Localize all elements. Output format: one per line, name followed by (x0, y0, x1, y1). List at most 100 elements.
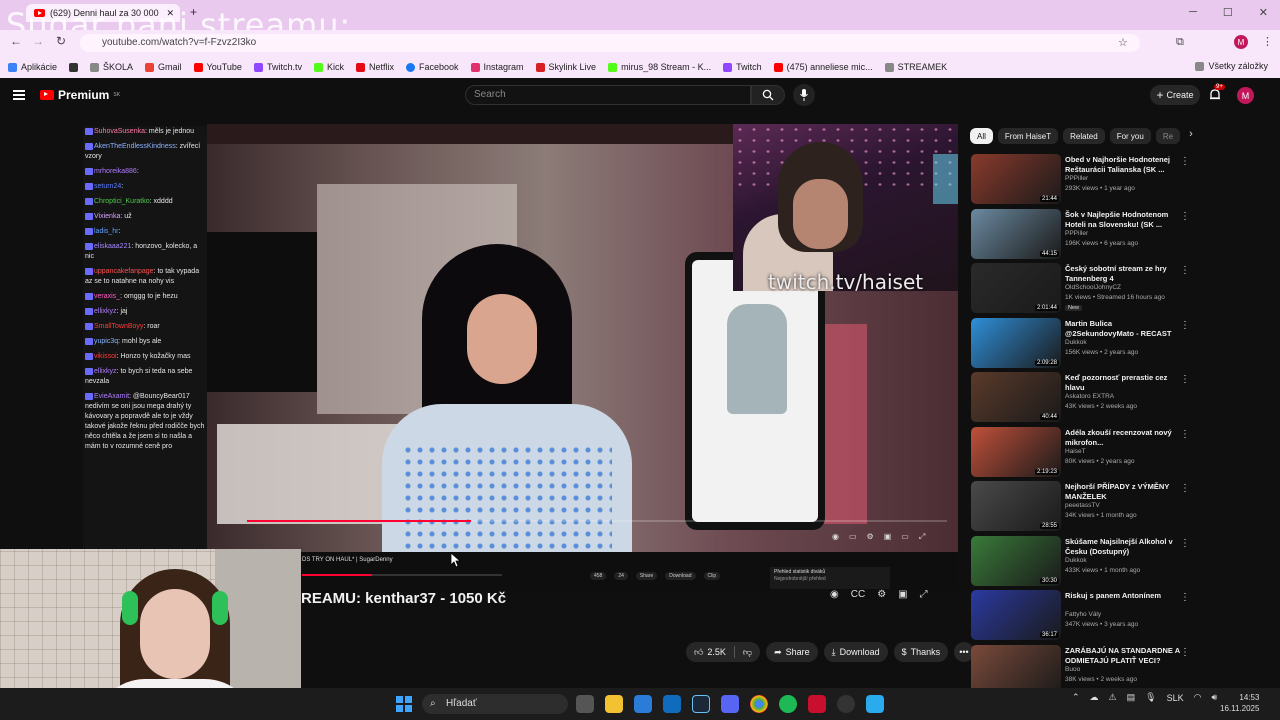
video-thumbnail[interactable]: 2:01:44 (971, 263, 1061, 313)
notifications-button[interactable]: 9+ (1208, 84, 1225, 107)
forward-icon[interactable]: → (32, 34, 44, 48)
bookmark-item[interactable]: Facebook (405, 62, 459, 72)
volume-icon[interactable]: 🔊︎ (1211, 692, 1217, 703)
voice-search-button[interactable] (793, 84, 815, 106)
more-options-icon[interactable]: ⋮ (1180, 156, 1190, 167)
desktop-app-icon[interactable] (576, 695, 594, 713)
strip-dislike-button[interactable]: 24 (614, 572, 628, 580)
more-options-icon[interactable]: ⋮ (1180, 538, 1190, 549)
windows-start-icon[interactable] (396, 696, 412, 712)
strip-progress-bar[interactable] (302, 574, 502, 576)
video-thumbnail[interactable]: 28:55 (971, 481, 1061, 531)
channel-name[interactable]: Askatoro EXTRA (1065, 393, 1114, 400)
channel-name[interactable]: HaiseT (1065, 448, 1086, 455)
recommended-video[interactable]: 40:44 Keď pozornosť prerastie cez hlavu As… (970, 371, 1190, 426)
hamburger-menu-icon[interactable] (13, 90, 25, 100)
video-thumbnail[interactable]: 2:09:28 (971, 317, 1061, 368)
chat-username[interactable]: EvieAxamit (94, 393, 129, 400)
browser-menu-icon[interactable]: ⋮ (1262, 35, 1273, 48)
more-options-icon[interactable]: ⋮ (1180, 211, 1190, 222)
recommended-video[interactable]: 21:44 Obed v Najhoršie Hodnotenej Reštaur… (970, 153, 1190, 208)
url-field[interactable]: youtube.com/watch?v=f-Fzvz2I3ko (80, 34, 1140, 52)
taskbar-search[interactable]: ⌕ Hľadať (422, 694, 568, 714)
bookmark-item[interactable]: Twitch (723, 62, 762, 72)
recommended-video[interactable]: 2:09:28 Martin Bulica @2SekundovyMato - R… (970, 317, 1190, 372)
channel-name[interactable]: Dukkok (1065, 557, 1087, 564)
theater-icon[interactable]: ▭ (901, 532, 909, 542)
create-button[interactable]: + Create (1150, 85, 1200, 105)
recommended-video-title[interactable]: Šok v Najlepšie Hodnotenom Hoteli na Slo… (1065, 210, 1180, 230)
fullscreen-icon[interactable]: ⤢ (919, 532, 925, 542)
miniplayer-icon[interactable]: ▣ (898, 589, 907, 600)
chat-username[interactable]: SmallTownBoyy (94, 323, 143, 330)
bookmark-item[interactable]: STREAMEK (884, 62, 947, 72)
more-options-icon[interactable]: ⋮ (1180, 483, 1190, 494)
network-icon[interactable]: ⚠ (1109, 692, 1117, 703)
language-indicator[interactable]: SLK (1167, 693, 1184, 703)
discord-icon[interactable] (721, 695, 739, 713)
chrome-icon[interactable] (750, 695, 768, 713)
chevron-right-icon[interactable]: › (1189, 128, 1193, 144)
more-options-icon[interactable]: ⋮ (1180, 320, 1190, 331)
steam-icon[interactable] (692, 695, 710, 713)
bookmark-item[interactable]: mirus_98 Stream - K... (608, 62, 711, 72)
chevron-up-icon[interactable]: ⌃ (1072, 692, 1080, 703)
recommended-video-title[interactable]: Obed v Najhoršie Hodnotenej Reštaurácii … (1065, 155, 1180, 175)
bookmark-item[interactable]: ŠKOLA (90, 62, 133, 72)
clock[interactable]: 14:53 16.11.2025 (1220, 692, 1259, 714)
tray-app-icon[interactable]: ▤ (1127, 692, 1136, 703)
video-thumbnail[interactable]: 36:17 (971, 590, 1061, 640)
channel-name[interactable]: PPPiller (1065, 175, 1088, 182)
recommended-video-title[interactable]: Adéla zkouší recenzovat nový mikrofon... (1065, 428, 1180, 448)
recommended-video[interactable]: 44:15 Šok v Najlepšie Hodnotenom Hoteli n… (970, 208, 1190, 263)
chat-app-icon[interactable] (866, 695, 884, 713)
recommended-video[interactable]: 36:17 Riskuj s panem Antonínem Fattyho Vál… (970, 589, 1190, 644)
like-button[interactable]: 👍︎ 2.5K 👎︎ (686, 642, 761, 662)
chat-username[interactable]: AkenTheEndlessKindness (94, 143, 176, 150)
bookmark-item[interactable]: Netflix (355, 62, 394, 72)
strip-like-button[interactable]: 458 (590, 572, 607, 580)
chat-username[interactable]: seturn24 (94, 183, 121, 190)
bookmark-item[interactable] (69, 62, 79, 72)
minimize-icon[interactable]: ─ (1189, 6, 1197, 19)
obs-icon[interactable] (837, 695, 855, 713)
channel-name[interactable]: OldSchoolJohnyCZ (1065, 284, 1121, 291)
recommended-video-title[interactable]: Český sobotní stream ze hry Tannenberg 4 (1065, 264, 1180, 284)
bookmark-item[interactable]: Aplikácie (8, 62, 57, 72)
chat-username[interactable]: SuhovaSusenka (94, 128, 145, 135)
autoplay-toggle-icon[interactable]: ◉ (830, 589, 839, 600)
bookmark-item[interactable]: Skylink Live (535, 62, 596, 72)
video-thumbnail[interactable]: 30:30 (971, 535, 1061, 586)
chat-username[interactable]: ellixkyz (94, 308, 117, 315)
more-options-icon[interactable]: ⋮ (1180, 592, 1190, 603)
chat-username[interactable]: vikissoi (94, 353, 117, 360)
channel-name[interactable]: Fattyho Vály (1065, 611, 1101, 618)
chip-from-haiset[interactable]: From HaiseT (997, 128, 1059, 144)
video-thumbnail[interactable]: 21:44 (971, 154, 1061, 204)
channel-name[interactable]: Dukkok (1065, 339, 1087, 346)
youtube-logo[interactable]: Premium SK (40, 88, 120, 102)
recommended-video[interactable]: 2:19:23 Adéla zkouší recenzovat nový mikr… (970, 426, 1190, 481)
settings-icon[interactable]: ⚙ (867, 532, 874, 542)
all-bookmarks[interactable]: Všetky záložky (1195, 61, 1268, 71)
maximize-icon[interactable]: ☐ (1223, 6, 1233, 19)
settings-icon[interactable]: ⚙ (877, 589, 886, 600)
bookmark-item[interactable]: (475) anneliese mic... (773, 62, 873, 72)
store-icon[interactable] (634, 695, 652, 713)
chat-username[interactable]: Chroptici_Kuratko (94, 198, 150, 205)
more-options-icon[interactable]: ⋮ (1180, 374, 1190, 385)
bookmark-item[interactable]: Instagram (470, 62, 524, 72)
chat-username[interactable]: uppancakefanpage (94, 268, 154, 275)
chat-username[interactable]: veraxis_ (94, 293, 120, 300)
thumbs-down-icon[interactable]: 👎︎ (743, 647, 752, 658)
video-thumbnail[interactable]: 40:44 (971, 372, 1061, 422)
chat-username[interactable]: ellixkyz (94, 368, 117, 375)
more-options-icon[interactable]: ⋮ (1180, 429, 1190, 440)
autoplay-icon[interactable]: ◉ (832, 532, 839, 542)
recommended-video[interactable]: 30:30 Skúšame Najsilnejší Alkohol v Česku… (970, 535, 1190, 590)
bookmark-item[interactable]: Twitch.tv (253, 62, 302, 72)
profile-avatar[interactable]: M (1234, 35, 1248, 49)
strip-download-button[interactable]: Download (665, 572, 696, 580)
chip-related[interactable]: Related (1063, 128, 1105, 144)
fullscreen-icon[interactable]: ⤢ (920, 589, 928, 600)
